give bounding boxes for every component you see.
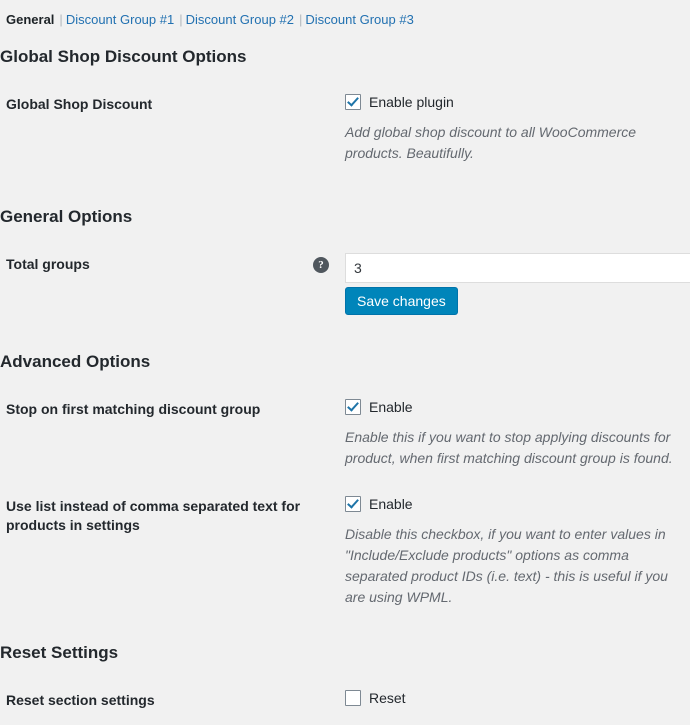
section-title-reset: Reset Settings [0, 642, 119, 662]
section-header-general: General Options [0, 177, 690, 240]
row-use-list-instead: Use list instead of comma separated text… [0, 482, 690, 621]
checkbox-use-list[interactable] [345, 496, 361, 513]
checkbox-use-list-line[interactable]: Enable [345, 495, 680, 514]
label-text: Global Shop Discount [6, 95, 153, 112]
label-text: Use list instead of comma separated text… [6, 497, 301, 533]
description-stop-on-first: Enable this if you want to stop applying… [345, 428, 673, 466]
label-stop-on-first-matching: Stop on first matching discount group [0, 385, 345, 482]
settings-page: General | Discount Group #1 | Discount Group… [0, 0, 690, 725]
nav-separator-3: | [299, 11, 303, 27]
label-total-groups: Total groups ? [0, 240, 345, 328]
section-nav: General | Discount Group #1 | Discount Group… [0, 0, 690, 29]
description-global-shop-discount: Add global shop discount to all WooComme… [345, 123, 637, 161]
checkbox-use-list-label[interactable]: Enable [369, 495, 413, 514]
checkbox-reset-line[interactable]: Reset [345, 689, 680, 708]
label-text: Stop on first matching discount group [6, 400, 261, 417]
section-title-global: Global Shop Discount Options [0, 46, 247, 66]
nav-tab-discount-group-1[interactable]: Discount Group #1 [66, 11, 174, 29]
checkbox-enable-plugin-label[interactable]: Enable plugin [369, 93, 454, 112]
label-use-list-instead: Use list instead of comma separated text… [0, 482, 345, 621]
section-title-general: General Options [0, 206, 133, 226]
save-changes-button[interactable]: Save changes [345, 286, 458, 315]
section-title-advanced: Advanced Options [0, 351, 151, 371]
checkbox-enable-plugin[interactable] [345, 94, 361, 111]
checkbox-enable-plugin-line[interactable]: Enable plugin [345, 93, 680, 112]
row-global-shop-discount: Global Shop Discount Enable plugin Add g… [0, 80, 690, 177]
section-header-global: Global Shop Discount Options [0, 29, 690, 80]
nav-tab-general[interactable]: General [6, 11, 54, 29]
label-text: Total groups [6, 255, 90, 272]
description-use-list: Disable this checkbox, if you want to en… [345, 525, 668, 605]
nav-tab-discount-group-2[interactable]: Discount Group #2 [186, 11, 294, 29]
checkbox-reset[interactable] [345, 690, 361, 707]
nav-separator-1: | [59, 11, 63, 27]
checkbox-stop-on-first[interactable] [345, 399, 361, 416]
checkbox-stop-on-first-line[interactable]: Enable [345, 398, 680, 417]
row-stop-on-first-matching: Stop on first matching discount group En… [0, 385, 690, 482]
settings-form-table: Global Shop Discount Options Global Shop… [0, 29, 690, 725]
total-groups-input[interactable] [345, 252, 690, 283]
label-text: Reset section settings [6, 691, 155, 708]
nav-tab-discount-group-3[interactable]: Discount Group #3 [305, 11, 413, 29]
row-total-groups: Total groups ? Save changes [0, 240, 690, 328]
checkbox-stop-on-first-label[interactable]: Enable [369, 398, 413, 417]
section-header-advanced: Advanced Options [0, 328, 690, 385]
nav-separator-2: | [179, 11, 183, 27]
label-reset-section-settings: Reset section settings [0, 676, 345, 725]
section-header-reset: Reset Settings [0, 621, 690, 676]
checkbox-reset-label[interactable]: Reset [369, 689, 406, 708]
help-icon[interactable]: ? [313, 256, 329, 273]
label-global-shop-discount: Global Shop Discount [0, 80, 345, 177]
row-reset-section-settings: Reset section settings Reset [0, 676, 690, 725]
